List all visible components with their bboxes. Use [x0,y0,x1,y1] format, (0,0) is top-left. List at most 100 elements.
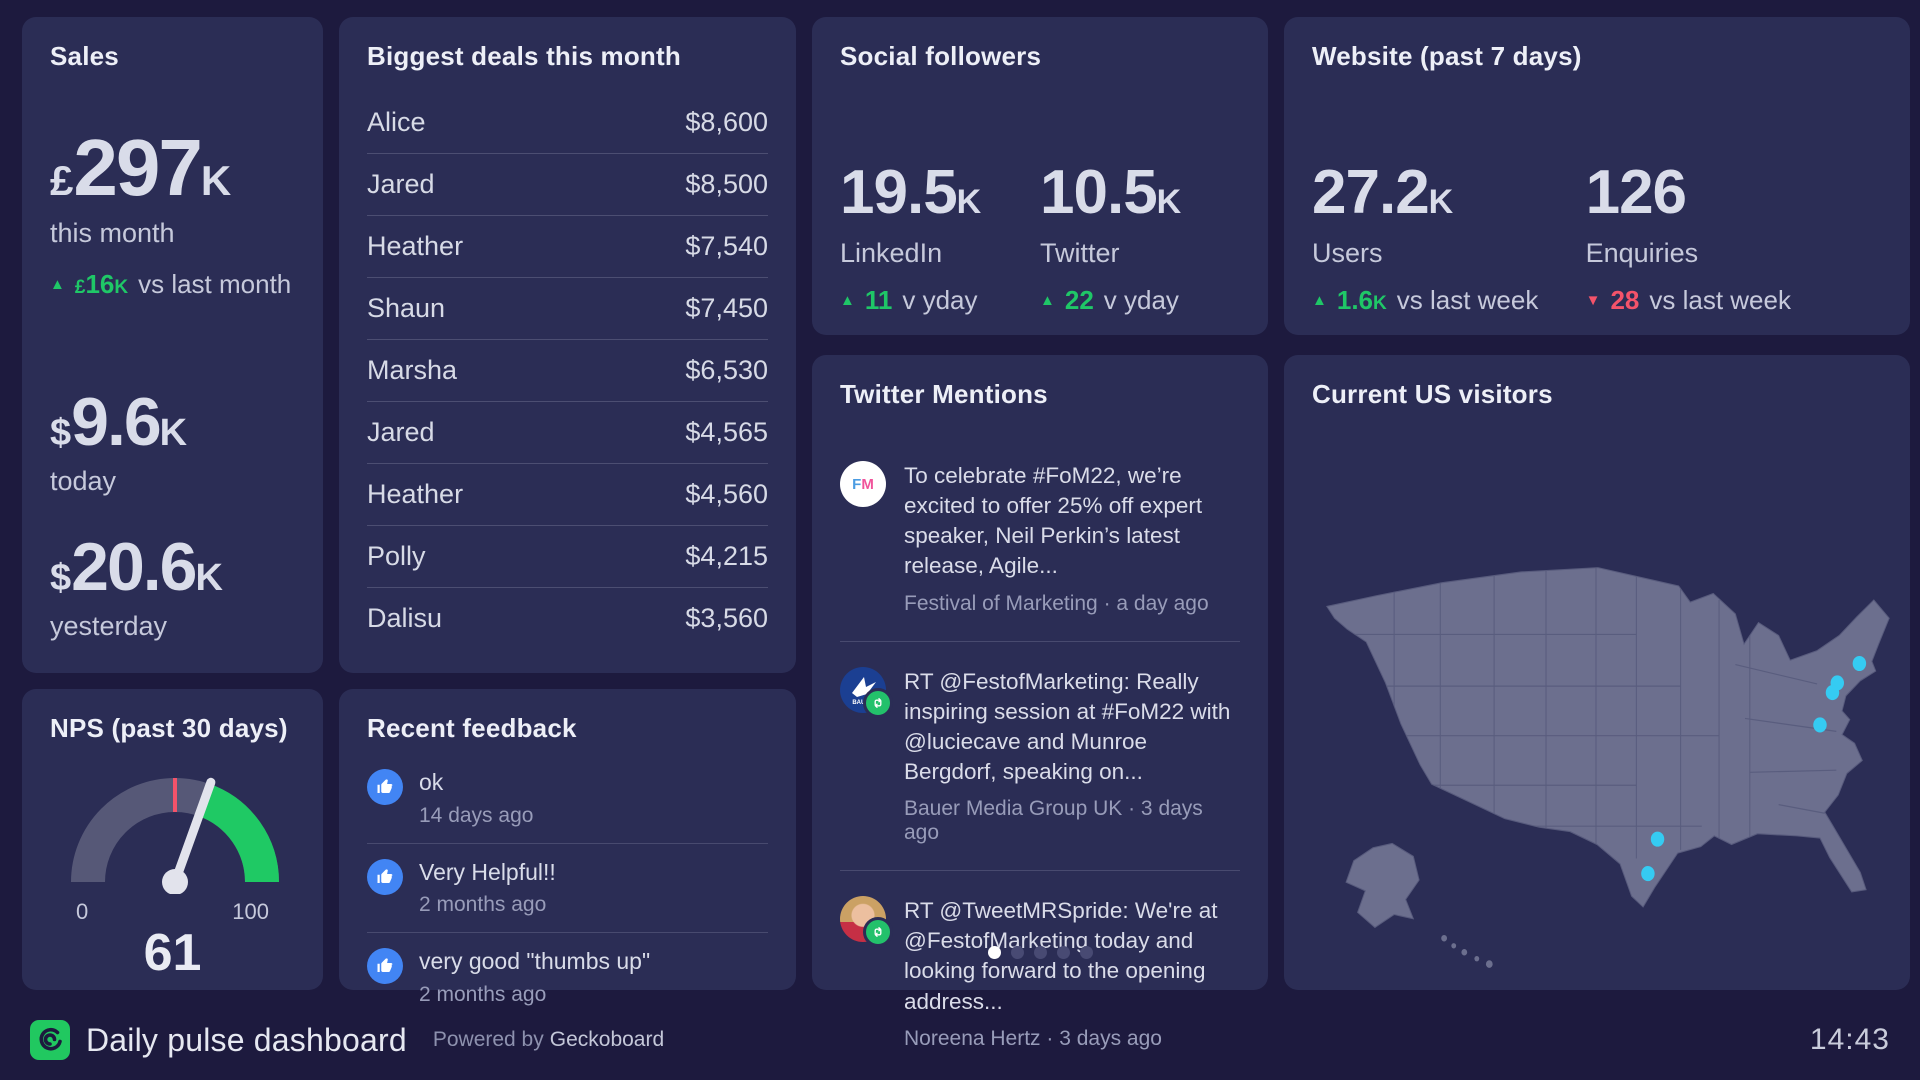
deal-amount: $8,600 [685,107,768,138]
geckoboard-brand: Geckoboard [550,1028,664,1051]
social-card-title: Social followers [840,41,1240,72]
visitor-dot [1813,717,1826,732]
deal-amount: $4,215 [685,541,768,572]
retweet-icon [863,688,893,718]
geckoboard-logo-icon [30,1020,70,1060]
deal-name: Jared [367,169,435,200]
currency-symbol: $ [50,412,71,454]
tweet-text: RT @FestofMarketing: Really inspiring se… [904,667,1240,788]
tweet-meta: Festival of Marketing · a day ago [904,592,1240,616]
sales-month-value: £297K [50,128,295,208]
avatar: BAUER [840,667,886,713]
festival-of-marketing-logo-icon: FM [840,461,886,507]
sales-delta-value: £16K [75,269,128,300]
carousel-dot[interactable] [1034,946,1047,959]
table-row: Shaun $7,450 [367,278,768,340]
feedback-time: 2 months ago [419,983,650,1007]
deal-amount: $3,560 [685,603,768,634]
twitter-metric: 10.5K Twitter ▲ 22 v yday [1040,162,1240,316]
nps-value: 61 [50,927,295,979]
dashboard: Sales £297K this month ▲ £16K vs last mo… [0,0,1920,1080]
sales-card-title: Sales [50,41,295,72]
carousel-dot[interactable] [1011,946,1024,959]
feedback-list: ok 14 days ago Very Helpful!! 2 months a… [367,754,768,1022]
footer-bar: Daily pulse dashboard Powered byGeckoboa… [0,1008,1920,1072]
carousel-dot[interactable] [1057,946,1070,959]
twitter-mentions-card: Twitter Mentions FM To celebrate #FoM22,… [812,355,1268,990]
thumbs-up-icon [367,769,403,805]
alaska-shape [1346,843,1419,927]
carousel-dot[interactable] [1080,946,1093,959]
linkedin-delta: ▲ 11 v yday [840,285,1040,316]
sales-month-delta: ▲ £16K vs last month [50,269,295,300]
deal-name: Alice [367,107,426,138]
tweet-text: To celebrate #FoM22, we’re excited to of… [904,461,1240,582]
tweet-list: FM To celebrate #FoM22, we’re excited to… [840,436,1240,1076]
users-metric: 27.2K Users ▲ 1.6K vs last week [1312,162,1586,316]
dashboard-title: Daily pulse dashboard [86,1022,407,1059]
twitter-label: Twitter [1040,238,1240,269]
currency-symbol: $ [50,557,71,599]
users-delta: ▲ 1.6K vs last week [1312,285,1586,316]
feedback-text: ok [419,769,533,797]
up-arrow-icon: ▲ [1040,293,1055,308]
us-map [1298,503,1894,977]
feedback-card-title: Recent feedback [367,713,768,744]
hawaii-shape [1441,935,1492,968]
deal-name: Jared [367,417,435,448]
feedback-time: 14 days ago [419,804,533,828]
twitter-mentions-title: Twitter Mentions [840,379,1240,410]
tweet-item[interactable]: BAUER RT @FestofMarketing: Really inspir… [840,641,1240,871]
table-row: Marsha$6,530 [367,340,768,402]
currency-symbol: £ [50,157,73,204]
enquiries-label: Enquiries [1586,238,1860,269]
deal-name: Heather [367,231,463,262]
visitor-dot [1641,866,1654,881]
deal-amount: $4,560 [685,479,768,510]
recent-feedback-card: Recent feedback ok 14 days ago Very Help… [339,689,796,990]
avatar: FM [840,461,886,507]
feedback-text: Very Helpful!! [419,859,556,887]
deal-name: Dalisu [367,603,442,634]
visitor-dot [1826,685,1839,700]
enquiries-delta: ▼ 28 vs last week [1586,285,1860,316]
carousel-pagination-dots[interactable] [812,946,1268,964]
up-arrow-icon: ▲ [840,293,855,308]
deal-amount: $7,540 [685,231,768,262]
thumbs-up-icon [367,948,403,984]
deal-name: Heather [367,479,463,510]
nps-card: NPS (past 30 days) 0 100 61 [22,689,323,990]
retweet-icon [863,917,893,947]
deals-card-title: Biggest deals this month [367,41,768,72]
deal-name: Marsha [367,355,457,386]
sales-yesterday-value: $20.6K [50,533,295,601]
website-card-title: Website (past 7 days) [1312,41,1882,72]
up-arrow-icon: ▲ [50,277,65,292]
deal-list: Alice $8,600 Jared $8,500 Heather $7,540 Sh… [367,92,768,649]
thumbs-up-icon [367,859,403,895]
us-visitors-map-card: Current US visitors [1284,355,1910,990]
table-row: Jared $8,500 [367,154,768,216]
sales-yesterday-label: yesterday [50,611,295,642]
table-row: Heather $7,540 [367,216,768,278]
deal-amount: $4,565 [685,417,768,448]
website-card: Website (past 7 days) 27.2K Users ▲ 1.6K… [1284,17,1910,335]
sales-card: Sales £297K this month ▲ £16K vs last mo… [22,17,323,673]
tweet-meta: Bauer Media Group UK · 3 days ago [904,797,1240,845]
carousel-dot[interactable] [988,946,1001,959]
feedback-text: very good "thumbs up" [419,948,650,976]
us-map-title: Current US visitors [1312,379,1882,410]
users-label: Users [1312,238,1586,269]
nps-card-title: NPS (past 30 days) [50,713,295,744]
biggest-deals-card: Biggest deals this month Alice $8,600 Jar… [339,17,796,673]
sales-today-value: $9.6K [50,388,295,456]
deal-amount: $8,500 [685,169,768,200]
tweet-item[interactable]: FM To celebrate #FoM22, we’re excited to… [840,436,1240,641]
down-arrow-icon: ▼ [1586,293,1601,308]
deal-name: Polly [367,541,426,572]
deal-name: Shaun [367,293,445,324]
avatar [840,896,886,942]
social-followers-card: Social followers 19.5K LinkedIn ▲ 11 v y… [812,17,1268,335]
deal-amount: $7,450 [685,293,768,324]
sales-delta-text: vs last month [138,269,291,300]
